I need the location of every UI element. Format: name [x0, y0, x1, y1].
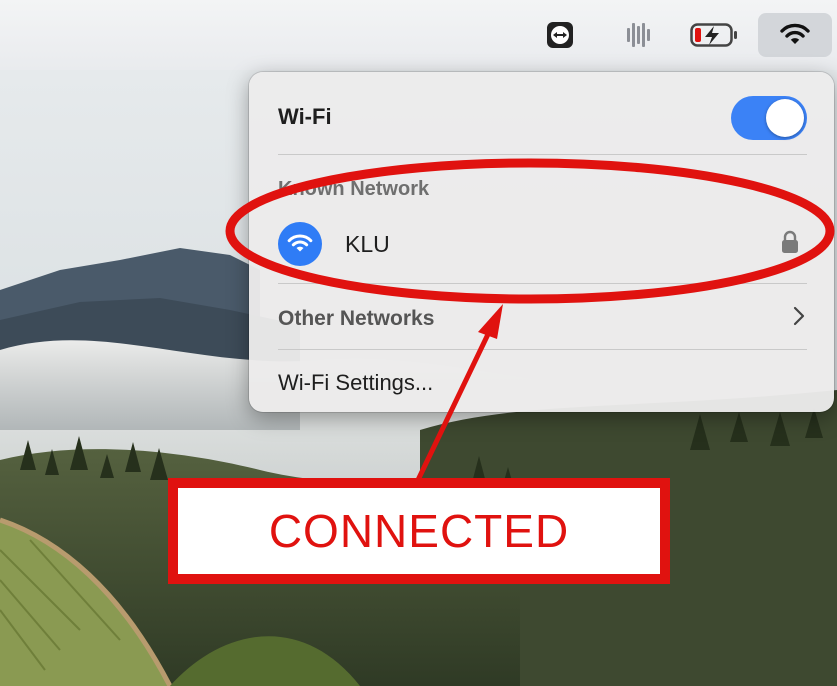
menu-bar: [0, 0, 837, 70]
wifi-title: Wi-Fi: [278, 104, 332, 129]
wifi-connected-icon: [278, 222, 322, 266]
known-network-heading: Known Network: [278, 176, 807, 202]
wifi-header: Wi-Fi: [278, 96, 807, 140]
wifi-icon: [780, 23, 810, 44]
wifi-menu-button[interactable]: [758, 13, 832, 57]
audio-meter-icon[interactable]: [621, 18, 657, 52]
network-name: KLU: [345, 230, 390, 257]
chevron-right-icon: [793, 306, 805, 332]
toggle-knob: [766, 99, 804, 137]
teamviewer-icon[interactable]: [543, 18, 577, 52]
network-item-klu[interactable]: KLU: [278, 222, 807, 266]
connected-callout: CONNECTED: [168, 478, 670, 584]
wifi-settings-label: Wi-Fi Settings...: [278, 370, 434, 395]
known-network-label: Known Network: [278, 177, 430, 200]
wifi-toggle[interactable]: [731, 96, 807, 140]
other-networks-label: Other Networks: [278, 307, 435, 330]
other-networks-item[interactable]: Other Networks: [278, 304, 807, 334]
divider: [278, 283, 807, 284]
lock-icon: [781, 230, 799, 259]
battery-charging-icon[interactable]: [689, 18, 741, 52]
wifi-menu-panel: Wi-Fi Known Network KLU Other Networks W…: [249, 72, 834, 412]
wifi-settings-item[interactable]: Wi-Fi Settings...: [278, 368, 807, 398]
callout-text: CONNECTED: [268, 505, 570, 557]
divider: [278, 154, 807, 155]
divider: [278, 349, 807, 350]
